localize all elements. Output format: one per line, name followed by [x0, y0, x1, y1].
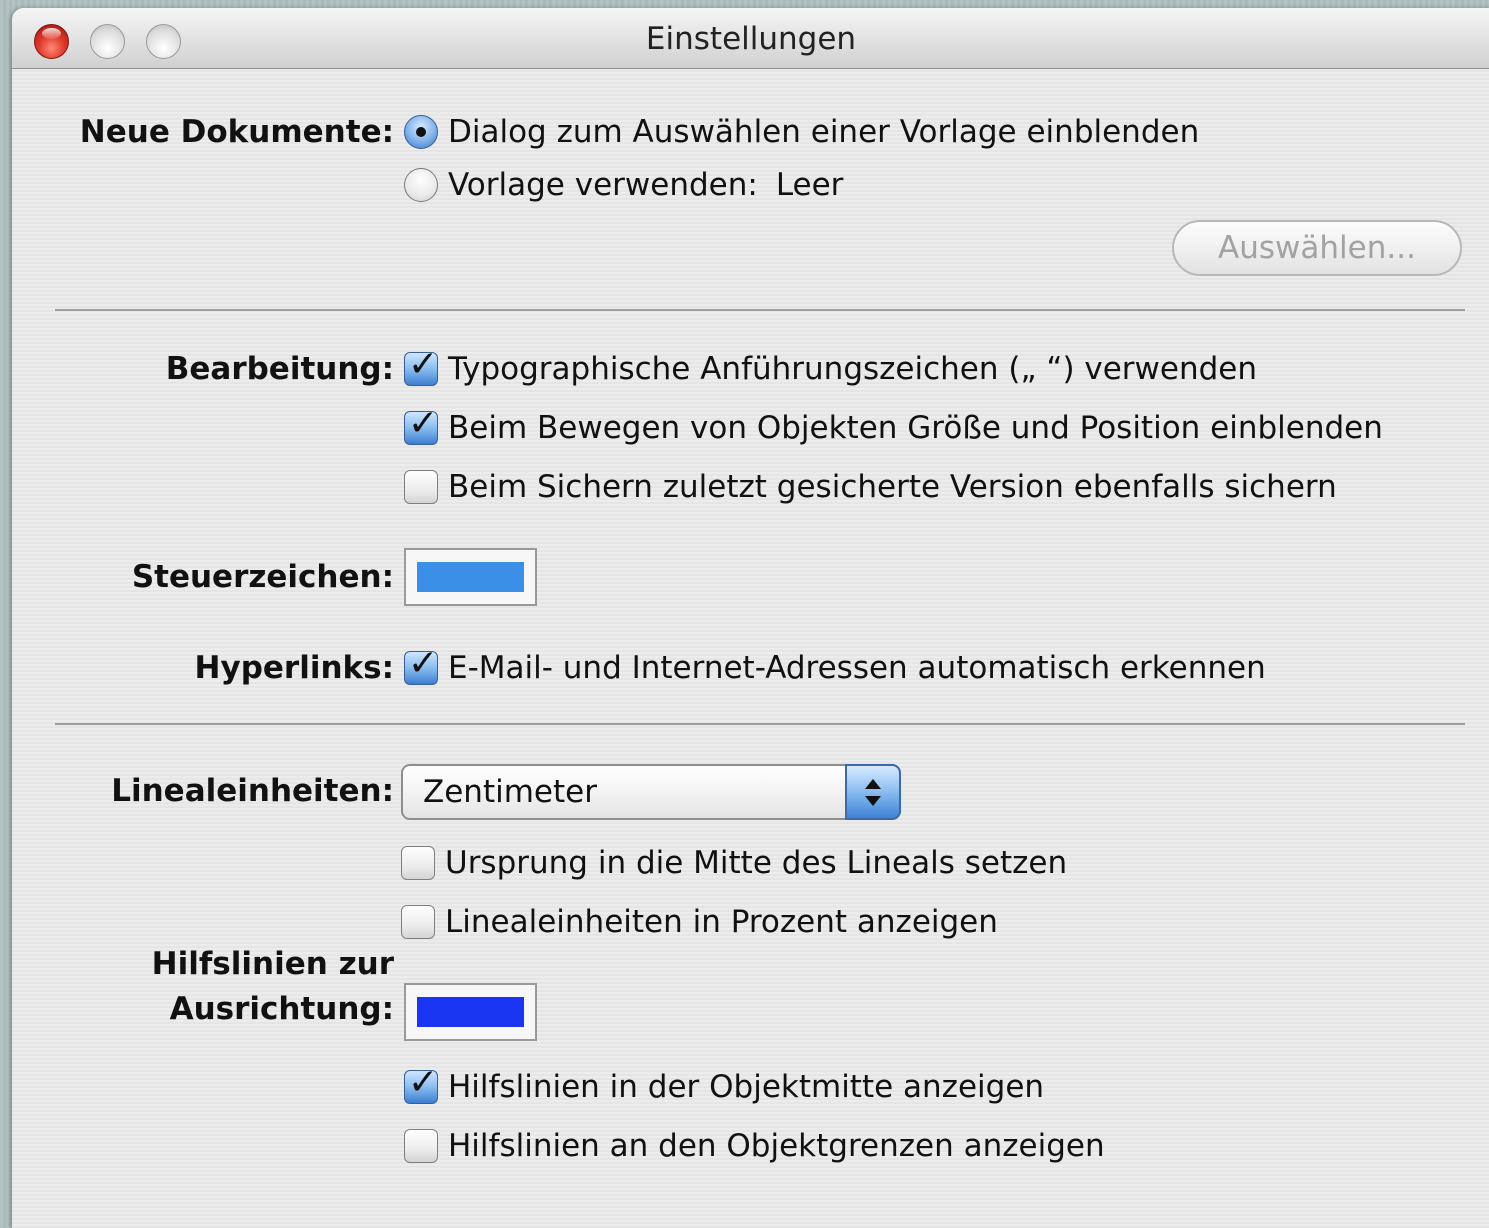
guides-label-line1: Hilfslinien zur: [151, 946, 394, 982]
show-size-position-label: Beim Bewegen von Objekten Größe und Posi…: [448, 410, 1383, 446]
guides-center-label: Hilfslinien in der Objektmitte anzeigen: [448, 1069, 1045, 1105]
smart-quotes-label: Typographische Anführungszeichen („ “) v…: [448, 351, 1258, 387]
radio-template-option[interactable]: Vorlage verwenden: Leer: [404, 163, 843, 207]
ruler-units-value: Zentimeter: [423, 774, 597, 810]
window-title: Einstellungen: [645, 21, 857, 57]
checkmark-icon: ✓: [408, 1062, 439, 1103]
separator: [55, 309, 1465, 311]
origin-center-checkbox[interactable]: [401, 846, 435, 880]
radio-dialog-label: Dialog zum Auswählen einer Vorlage einbl…: [448, 114, 1200, 150]
percent-units-option[interactable]: Linealeinheiten in Prozent anzeigen: [401, 900, 998, 944]
radio-dialog[interactable]: [404, 115, 438, 149]
auto-detect-links-option[interactable]: ✓ E-Mail- und Internet-Adressen automati…: [404, 644, 1266, 690]
template-value: Leer: [775, 167, 844, 203]
guides-center-option[interactable]: ✓ Hilfslinien in der Objektmitte anzeige…: [404, 1063, 1045, 1109]
ruler-units-popup[interactable]: Zentimeter: [401, 764, 901, 820]
invisibles-color-swatch: [417, 562, 524, 592]
choose-template-button[interactable]: Auswählen...: [1172, 220, 1462, 276]
invisibles-color-well[interactable]: [404, 548, 537, 606]
smart-quotes-option[interactable]: ✓ Typographische Anführungszeichen („ “)…: [404, 345, 1258, 391]
checkmark-icon: ✓: [408, 643, 439, 684]
guides-edges-checkbox[interactable]: [404, 1129, 438, 1163]
auto-detect-links-label: E-Mail- und Internet-Adressen automatisc…: [448, 650, 1266, 686]
show-size-position-checkbox[interactable]: ✓: [404, 404, 438, 445]
auto-detect-links-checkbox[interactable]: ✓: [404, 644, 438, 685]
backup-on-save-label: Beim Sichern zuletzt gesicherte Version …: [448, 469, 1337, 505]
new-documents-label: Neue Dokumente:: [79, 114, 394, 150]
guides-center-checkbox[interactable]: ✓: [404, 1063, 438, 1104]
guides-edges-option[interactable]: Hilfslinien an den Objektgrenzen anzeige…: [404, 1124, 1105, 1168]
smart-quotes-checkbox[interactable]: ✓: [404, 345, 438, 386]
checkmark-icon: ✓: [408, 344, 439, 385]
invisibles-label: Steuerzeichen:: [131, 559, 394, 595]
guides-color-well[interactable]: [404, 983, 537, 1041]
guides-label-line2: Ausrichtung:: [169, 991, 394, 1027]
backup-on-save-checkbox[interactable]: [404, 470, 438, 504]
radio-dialog-option[interactable]: Dialog zum Auswählen einer Vorlage einbl…: [404, 110, 1199, 154]
radio-template[interactable]: [404, 168, 438, 202]
popup-arrows-icon: [845, 764, 901, 820]
origin-center-label: Ursprung in die Mitte des Lineals setzen: [445, 845, 1068, 881]
origin-center-option[interactable]: Ursprung in die Mitte des Lineals setzen: [401, 841, 1067, 885]
hyperlinks-label: Hyperlinks:: [194, 650, 394, 686]
separator: [55, 723, 1465, 725]
editing-label: Bearbeitung:: [165, 351, 394, 387]
guides-edges-label: Hilfslinien an den Objektgrenzen anzeige…: [448, 1128, 1105, 1164]
title-bar[interactable]: Einstellungen: [12, 8, 1489, 69]
backup-on-save-option[interactable]: Beim Sichern zuletzt gesicherte Version …: [404, 465, 1337, 509]
preferences-window: Einstellungen Neue Dokumente: Dialog zum…: [12, 8, 1489, 1228]
guides-color-swatch: [417, 997, 524, 1027]
show-size-position-option[interactable]: ✓ Beim Bewegen von Objekten Größe und Po…: [404, 404, 1383, 450]
radio-template-label: Vorlage verwenden:: [448, 167, 758, 203]
percent-units-label: Linealeinheiten in Prozent anzeigen: [445, 904, 998, 940]
percent-units-checkbox[interactable]: [401, 905, 435, 939]
checkmark-icon: ✓: [408, 403, 439, 444]
ruler-units-label: Linealeinheiten:: [111, 773, 394, 809]
